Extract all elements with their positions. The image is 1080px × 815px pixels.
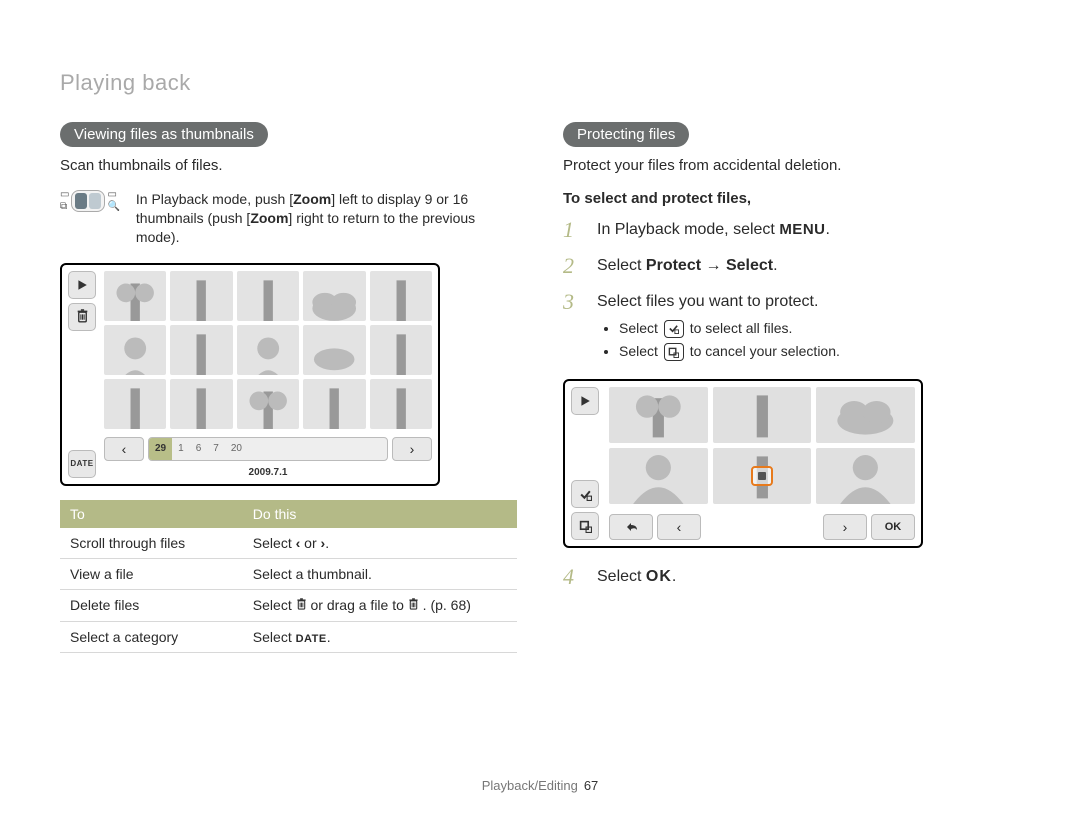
step-4: 4 Select OK. [563, 566, 1020, 588]
step-2: 2 Select Protect → Select. [563, 255, 1020, 277]
ok-icon: OK [646, 568, 672, 585]
scroll-left-icon: ‹ [104, 437, 144, 461]
right-column: Protecting files Protect your files from… [563, 122, 1020, 653]
page-footer: Playback/Editing67 [0, 778, 1080, 793]
date-icon: DATE [68, 450, 96, 478]
zoom-tip-text: In Playback mode, push [Zoom] left to di… [136, 190, 517, 247]
trash-icon [408, 598, 419, 614]
select-all-icon [664, 320, 684, 338]
scroll-right-icon: › [392, 437, 432, 461]
date-caption: 2009.7.1 [104, 467, 432, 478]
scroll-right-icon: › [823, 514, 867, 540]
th-to: To [60, 500, 243, 528]
scroll-left-icon: ‹ [657, 514, 701, 540]
step-1: 1 In Playback mode, select MENU. [563, 219, 1020, 241]
zoom-toggle-icon: ▭ ⧉ ▭ 🔍 [60, 190, 120, 212]
protect-grid-screenshot: ‹ › OK [563, 379, 923, 548]
lead-text: Scan thumbnails of files. [60, 157, 517, 174]
pill-viewing-thumbnails: Viewing files as thumbnails [60, 122, 268, 147]
thumbnail-grid-screenshot: DATE [60, 263, 440, 486]
back-icon [609, 514, 653, 540]
trash-icon [68, 303, 96, 331]
zoom-tip: ▭ ⧉ ▭ 🔍 In Playback mode, push [Zoom] le… [60, 190, 517, 247]
date-icon: DATE [296, 633, 327, 645]
table-row: Select a category Select DATE. [60, 621, 517, 652]
sub-heading: To select and protect files, [563, 190, 1020, 207]
trash-icon [296, 598, 307, 614]
date-scroll-strip: 29 1 6 7 20 [148, 437, 388, 461]
step-3: 3 Select files you want to protect. Sele… [563, 291, 1020, 365]
table-row: Scroll through files Select ‹ or ›. [60, 528, 517, 559]
pill-protecting-files: Protecting files [563, 122, 689, 147]
deselect-icon [571, 512, 599, 540]
deselect-icon [664, 343, 684, 361]
section-title: Playing back [60, 70, 1020, 96]
table-row: Delete files Select or drag a file to . … [60, 589, 517, 621]
play-icon [571, 387, 599, 415]
play-icon [68, 271, 96, 299]
th-do: Do this [243, 500, 517, 528]
actions-table: To Do this Scroll through files Select ‹… [60, 500, 517, 653]
lock-marker-icon [751, 466, 773, 486]
table-row: View a file Select a thumbnail. [60, 558, 517, 589]
ok-button-icon: OK [871, 514, 915, 540]
menu-icon: MENU [779, 221, 825, 238]
left-column: Viewing files as thumbnails Scan thumbna… [60, 122, 517, 653]
select-all-icon [571, 480, 599, 508]
lead-text: Protect your files from accidental delet… [563, 157, 1020, 174]
